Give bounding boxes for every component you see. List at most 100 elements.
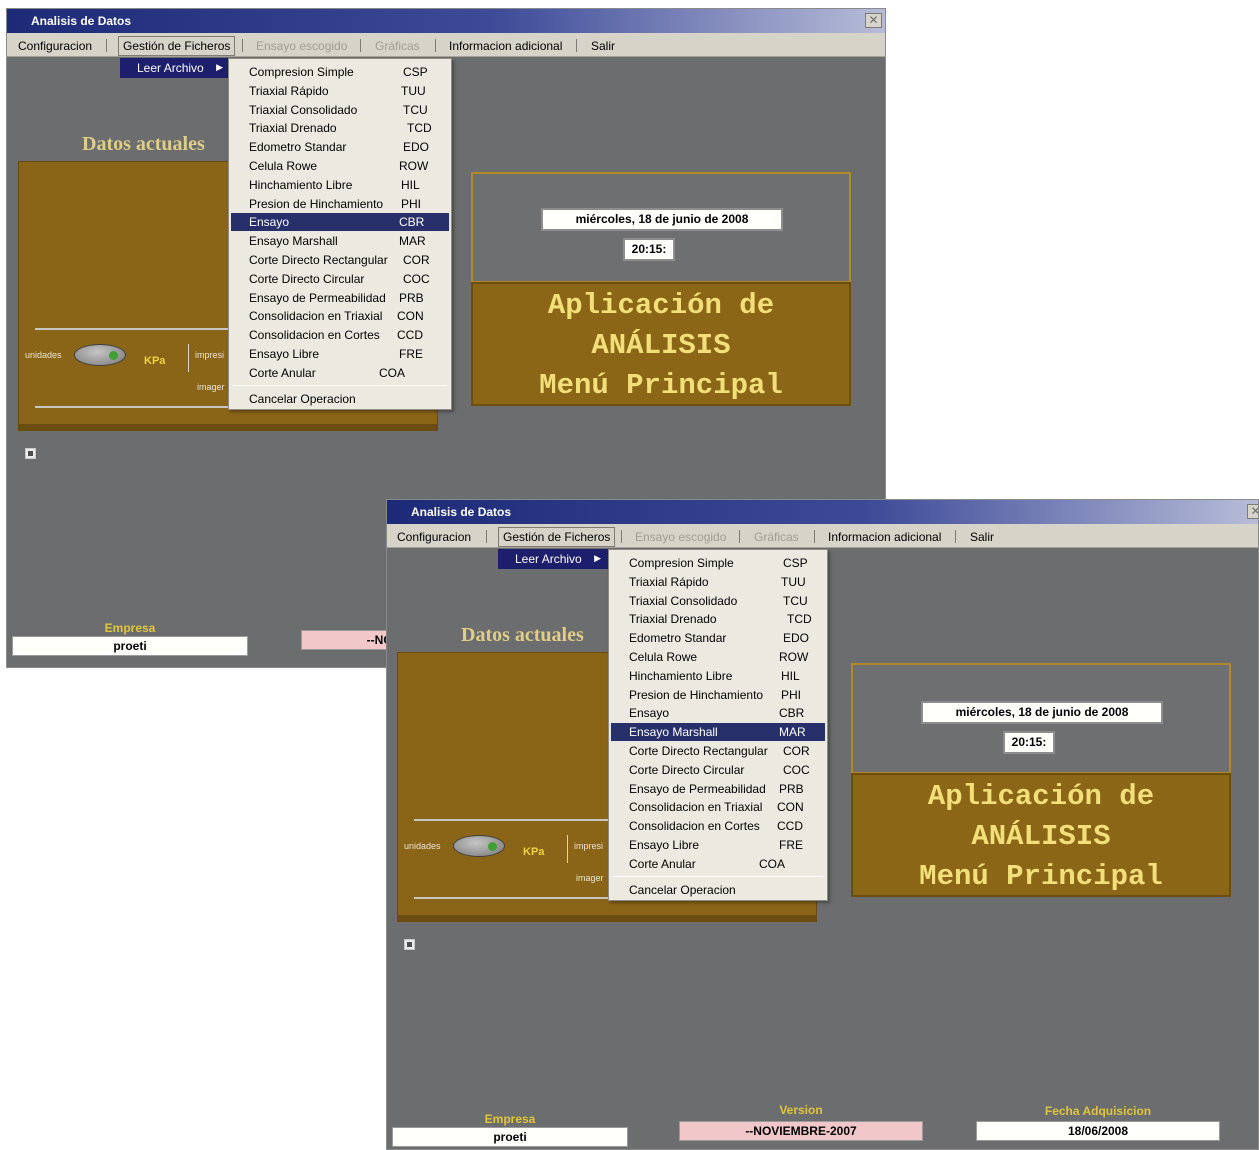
dropdown-item-edo[interactable]: Edometro Standar EDO bbox=[611, 629, 825, 647]
dropdown-item-label: Ensayo bbox=[629, 706, 670, 721]
menu-ensayo-escogido[interactable]: Ensayo escogido bbox=[635, 530, 726, 544]
dropdown-item-csp[interactable]: Compresion Simple CSP bbox=[231, 63, 449, 81]
option-checkbox[interactable] bbox=[25, 448, 36, 459]
app-title-line1: Aplicación de bbox=[927, 780, 1155, 813]
dropdown-item-tuu[interactable]: Triaxial Rápido TUU bbox=[231, 82, 449, 100]
close-icon[interactable]: ✕ bbox=[865, 13, 882, 28]
menu-gestion-ficheros[interactable]: Gestión de Ficheros bbox=[498, 527, 616, 547]
dropdown-item-con[interactable]: Consolidacion en Triaxial CON bbox=[231, 307, 449, 325]
dropdown-item-code: HIL bbox=[781, 668, 800, 683]
dropdown-item-coc[interactable]: Corte Directo Circular COC bbox=[611, 761, 825, 779]
dropdown-item-label: Consolidacion en Cortes bbox=[629, 819, 760, 834]
dropdown-item-cancelar[interactable]: Cancelar Operacion bbox=[611, 881, 825, 899]
submenu-leer-archivo[interactable]: Leer Archivo ▶ bbox=[120, 58, 230, 78]
dropdown-item-mar[interactable]: Ensayo Marshall MAR bbox=[231, 232, 449, 250]
dropdown-item-coa[interactable]: Corte Anular COA bbox=[231, 364, 449, 382]
dropdown-item-coa[interactable]: Corte Anular COA bbox=[611, 855, 825, 873]
dropdown-item-hil[interactable]: Hinchamiento Libre HIL bbox=[611, 667, 825, 685]
dropdown-item-code: EDO bbox=[403, 140, 430, 155]
dropdown-item-prb[interactable]: Ensayo de Permeabilidad PRB bbox=[611, 780, 825, 798]
dropdown-item-hil[interactable]: Hinchamiento Libre HIL bbox=[231, 176, 449, 194]
ficheros-dropdown-menu: Compresion Simple CSP Triaxial Rápido TUU Tr… bbox=[228, 58, 452, 410]
dropdown-item-coc[interactable]: Corte Directo Circular COC bbox=[231, 270, 449, 288]
dropdown-item-edo[interactable]: Edometro Standar EDO bbox=[231, 138, 449, 156]
dropdown-item-tcu[interactable]: Triaxial Consolidado TCU bbox=[231, 101, 449, 119]
dropdown-item-code: MAR bbox=[399, 234, 426, 249]
units-toggle[interactable] bbox=[74, 344, 126, 366]
dropdown-item-code: TCU bbox=[783, 593, 808, 608]
app-title-line3: Menú Principal bbox=[539, 369, 783, 402]
title-bar: Analisis de Datos ✕ bbox=[7, 9, 885, 33]
menu-ensayo-escogido[interactable]: Ensayo escogido bbox=[256, 39, 347, 53]
dropdown-item-fre[interactable]: Ensayo Libre FRE bbox=[611, 836, 825, 854]
dropdown-item-phi[interactable]: Presion de Hinchamiento PHI bbox=[231, 195, 449, 213]
dropdown-item-ccd[interactable]: Consolidacion en Cortes CCD bbox=[611, 817, 825, 835]
dropdown-item-code: COC bbox=[783, 762, 810, 777]
dropdown-item-tcd[interactable]: Triaxial Drenado TCD bbox=[231, 119, 449, 137]
dropdown-item-code: CBR bbox=[399, 215, 425, 230]
chevron-right-icon: ▶ bbox=[216, 62, 223, 72]
dropdown-item-mar[interactable]: Ensayo Marshall MAR bbox=[611, 723, 825, 742]
dropdown-item-code: TUU bbox=[781, 574, 806, 589]
dropdown-item-code: COA bbox=[759, 856, 786, 871]
menu-configuracion[interactable]: Configuracion bbox=[397, 530, 471, 544]
dropdown-item-ccd[interactable]: Consolidacion en Cortes CCD bbox=[231, 326, 449, 344]
app-window-front: Analisis de Datos ✕ Configuracion Gestió… bbox=[386, 499, 1259, 1150]
dropdown-item-label: Consolidacion en Triaxial bbox=[249, 309, 383, 324]
dropdown-item-code: COA bbox=[379, 365, 406, 380]
window-title: Analisis de Datos bbox=[411, 505, 512, 519]
dropdown-item-label: Consolidacion en Cortes bbox=[249, 328, 380, 343]
dropdown-item-row[interactable]: Celula Rowe ROW bbox=[231, 157, 449, 175]
menu-salir[interactable]: Salir bbox=[591, 39, 615, 53]
menu-bar: Configuracion Gestión de Ficheros Ensayo… bbox=[387, 524, 1258, 548]
dropdown-item-label: Corte Directo Circular bbox=[629, 762, 745, 777]
divider bbox=[567, 835, 568, 863]
menu-graficas[interactable]: Gráficas bbox=[375, 39, 420, 53]
dropdown-item-row[interactable]: Celula Rowe ROW bbox=[611, 648, 825, 666]
dropdown-item-fre[interactable]: Ensayo Libre FRE bbox=[231, 345, 449, 363]
imagen-label: imager bbox=[576, 873, 604, 883]
dropdown-item-label: Celula Rowe bbox=[249, 159, 318, 173]
dropdown-item-csp[interactable]: Compresion Simple CSP bbox=[611, 554, 825, 572]
dropdown-item-label: Cancelar Operacion bbox=[249, 392, 356, 406]
submenu-leer-archivo[interactable]: Leer Archivo ▶ bbox=[498, 549, 608, 569]
dropdown-item-code: COC bbox=[403, 271, 430, 286]
title-bar: Analisis de Datos ✕ bbox=[387, 500, 1258, 524]
dropdown-item-label: Triaxial Drenado bbox=[629, 612, 717, 627]
datos-actuales-title: Datos actuales bbox=[461, 624, 584, 646]
dropdown-item-tcu[interactable]: Triaxial Consolidado TCU bbox=[611, 592, 825, 610]
date-panel: miércoles, 18 de junio de 2008 20:15: bbox=[851, 663, 1231, 774]
empresa-field: proeti bbox=[12, 636, 248, 656]
menu-graficas[interactable]: Gráficas bbox=[754, 530, 799, 544]
dropdown-item-cbr[interactable]: Ensayo CBR bbox=[611, 704, 825, 722]
menu-informacion-adicional[interactable]: Informacion adicional bbox=[449, 39, 562, 53]
menu-configuracion[interactable]: Configuracion bbox=[18, 39, 92, 53]
menu-gestion-ficheros[interactable]: Gestión de Ficheros bbox=[118, 36, 236, 56]
dropdown-item-code: FRE bbox=[399, 347, 423, 361]
dropdown-item-cor[interactable]: Corte Directo Rectangular COR bbox=[611, 742, 825, 760]
dropdown-item-con[interactable]: Consolidacion en Triaxial CON bbox=[611, 798, 825, 816]
dropdown-item-code: MAR bbox=[779, 725, 806, 740]
dropdown-item-label: Hinchamiento Libre bbox=[629, 668, 733, 683]
dropdown-item-prb[interactable]: Ensayo de Permeabilidad PRB bbox=[231, 289, 449, 307]
dropdown-item-code: ROW bbox=[399, 159, 429, 173]
menu-salir[interactable]: Salir bbox=[970, 530, 994, 544]
app-title-line3: Menú Principal bbox=[919, 860, 1163, 893]
dropdown-item-cancelar[interactable]: Cancelar Operacion bbox=[231, 390, 449, 408]
option-checkbox[interactable] bbox=[404, 939, 415, 950]
close-icon[interactable]: ✕ bbox=[1247, 504, 1258, 519]
units-toggle[interactable] bbox=[453, 835, 505, 857]
dropdown-item-code: CCD bbox=[397, 328, 423, 343]
version-label: Version bbox=[779, 1103, 823, 1117]
imagen-label: imager bbox=[197, 382, 225, 392]
menu-informacion-adicional[interactable]: Informacion adicional bbox=[828, 530, 941, 544]
dropdown-item-label: Edometro Standar bbox=[249, 140, 347, 155]
dropdown-item-cor[interactable]: Corte Directo Rectangular COR bbox=[231, 251, 449, 269]
dropdown-item-code: TCD bbox=[407, 121, 432, 136]
fecha-adquisicion-field: 18/06/2008 bbox=[976, 1121, 1220, 1141]
dropdown-item-tuu[interactable]: Triaxial Rápido TUU bbox=[611, 573, 825, 591]
dropdown-item-tcd[interactable]: Triaxial Drenado TCD bbox=[611, 610, 825, 628]
dropdown-item-phi[interactable]: Presion de Hinchamiento PHI bbox=[611, 686, 825, 704]
dropdown-item-cbr[interactable]: Ensayo CBR bbox=[231, 213, 449, 232]
dropdown-item-code: COR bbox=[783, 744, 810, 758]
